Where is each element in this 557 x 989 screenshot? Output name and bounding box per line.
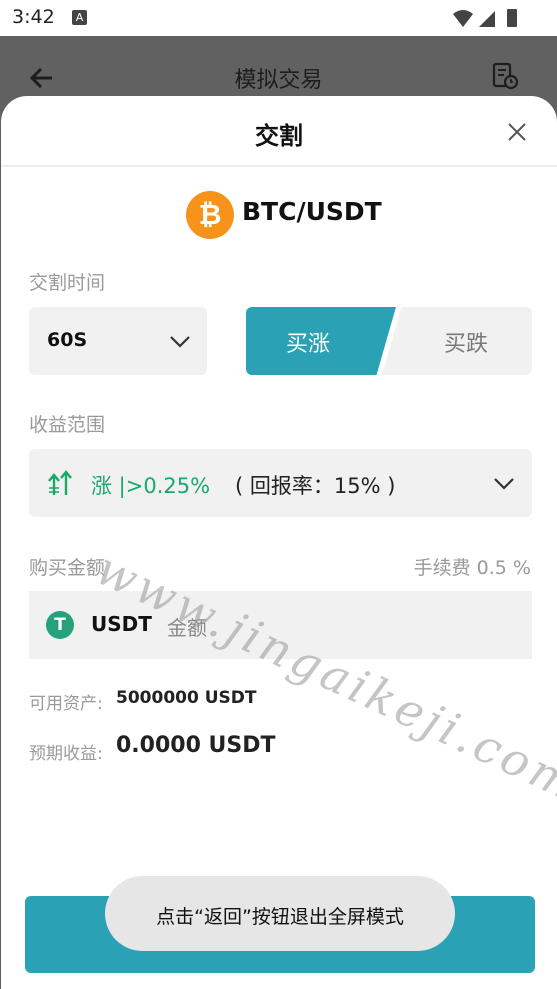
app-bar-title: 模拟交易 <box>234 68 323 93</box>
period-value: 60S <box>47 329 88 351</box>
buy-up-label: 买涨 <box>286 332 331 357</box>
range-select[interactable]: 涨 |>0.25% ( 回报率：15% ) <box>29 449 532 517</box>
fullscreen-toast: 点击“返回”按钮退出全屏模式 <box>105 876 455 951</box>
toast-text: 点击“返回”按钮退出全屏模式 <box>156 906 404 928</box>
buy-down-label: 买跌 <box>444 332 489 357</box>
delivery-sheet: 交割 ₿ BTC/USDT 交割时间 60S 买跌 买涨 收益范围 涨 |>0.… <box>1 96 557 989</box>
chevron-down-icon <box>494 478 514 490</box>
period-select[interactable]: 60S <box>29 307 207 375</box>
double-arrow-up-icon <box>48 470 72 495</box>
status-time: 3:42 <box>12 6 55 28</box>
range-direction-text: 涨 |>0.25% <box>91 474 211 498</box>
pair-label: BTC/USDT <box>242 197 382 226</box>
direction-toggle: 买跌 买涨 <box>246 307 532 375</box>
sheet-header: 交割 <box>1 96 557 167</box>
close-icon[interactable] <box>507 122 527 142</box>
system-status-icons <box>453 9 517 27</box>
tether-icon: T <box>46 611 74 639</box>
buy-up-button[interactable]: 买涨 <box>246 307 396 375</box>
battery-icon <box>507 9 517 27</box>
document-clock-icon[interactable] <box>491 62 519 90</box>
watermark: www.jingaikeji.com <box>88 541 557 812</box>
range-label: 收益范围 <box>29 414 106 436</box>
expected-value: 0.0000 USDT <box>116 733 276 758</box>
chevron-down-icon <box>170 336 190 348</box>
available-value: 5000000 USDT <box>116 688 257 708</box>
notification-a-icon: A <box>72 10 87 25</box>
available-label: 可用资产: <box>29 694 103 714</box>
status-bar: 3:42 A <box>0 0 557 36</box>
bitcoin-icon: ₿ <box>186 191 234 239</box>
wifi-icon <box>453 10 473 27</box>
fee-text: 手续费 0.5 % <box>413 557 531 579</box>
signal-icon <box>479 11 495 27</box>
expected-label: 预期收益: <box>29 744 103 764</box>
return-rate-text: ( 回报率：15% ) <box>235 474 396 498</box>
sheet-title: 交割 <box>255 122 303 150</box>
buy-down-button[interactable]: 买跌 <box>382 307 532 375</box>
period-label: 交割时间 <box>29 272 106 294</box>
